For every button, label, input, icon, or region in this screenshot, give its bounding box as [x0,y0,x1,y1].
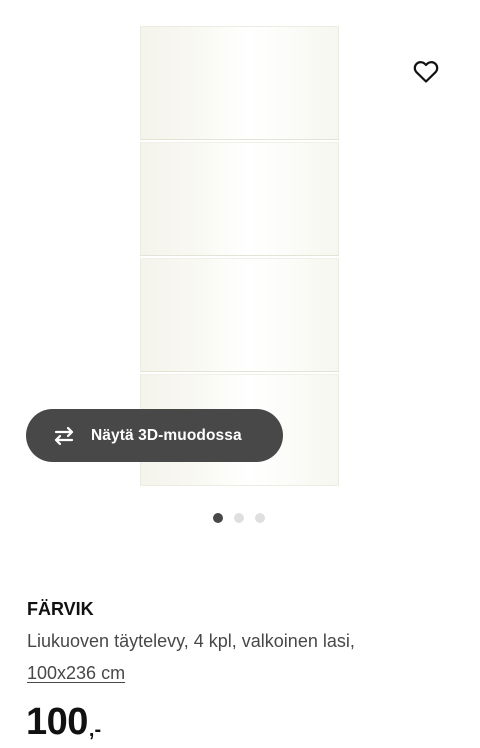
product-gallery[interactable]: Näytä 3D-muodossa [0,0,480,540]
image-pager [213,513,265,523]
view-3d-label: Näytä 3D-muodossa [91,426,242,444]
panel-divider [140,255,339,259]
rotate-3d-icon [49,425,79,447]
pager-dot-1[interactable] [213,513,223,523]
panel-divider [140,139,339,143]
price-suffix: ,- [88,719,102,741]
favourite-button[interactable] [406,52,446,92]
pager-dot-2[interactable] [234,513,244,523]
heart-icon [413,61,439,83]
product-size-link[interactable]: 100x236 cm [27,662,125,684]
product-description: Liukuoven täytelevy, 4 kpl, valkoinen la… [27,631,355,651]
view-3d-button[interactable]: Näytä 3D-muodossa [26,409,283,462]
product-name: FÄRVIK [27,599,94,619]
price-integer: 100 [26,701,88,743]
product-price: 100 ,- [26,700,101,744]
panel-divider [140,371,339,375]
pager-dot-3[interactable] [255,513,265,523]
